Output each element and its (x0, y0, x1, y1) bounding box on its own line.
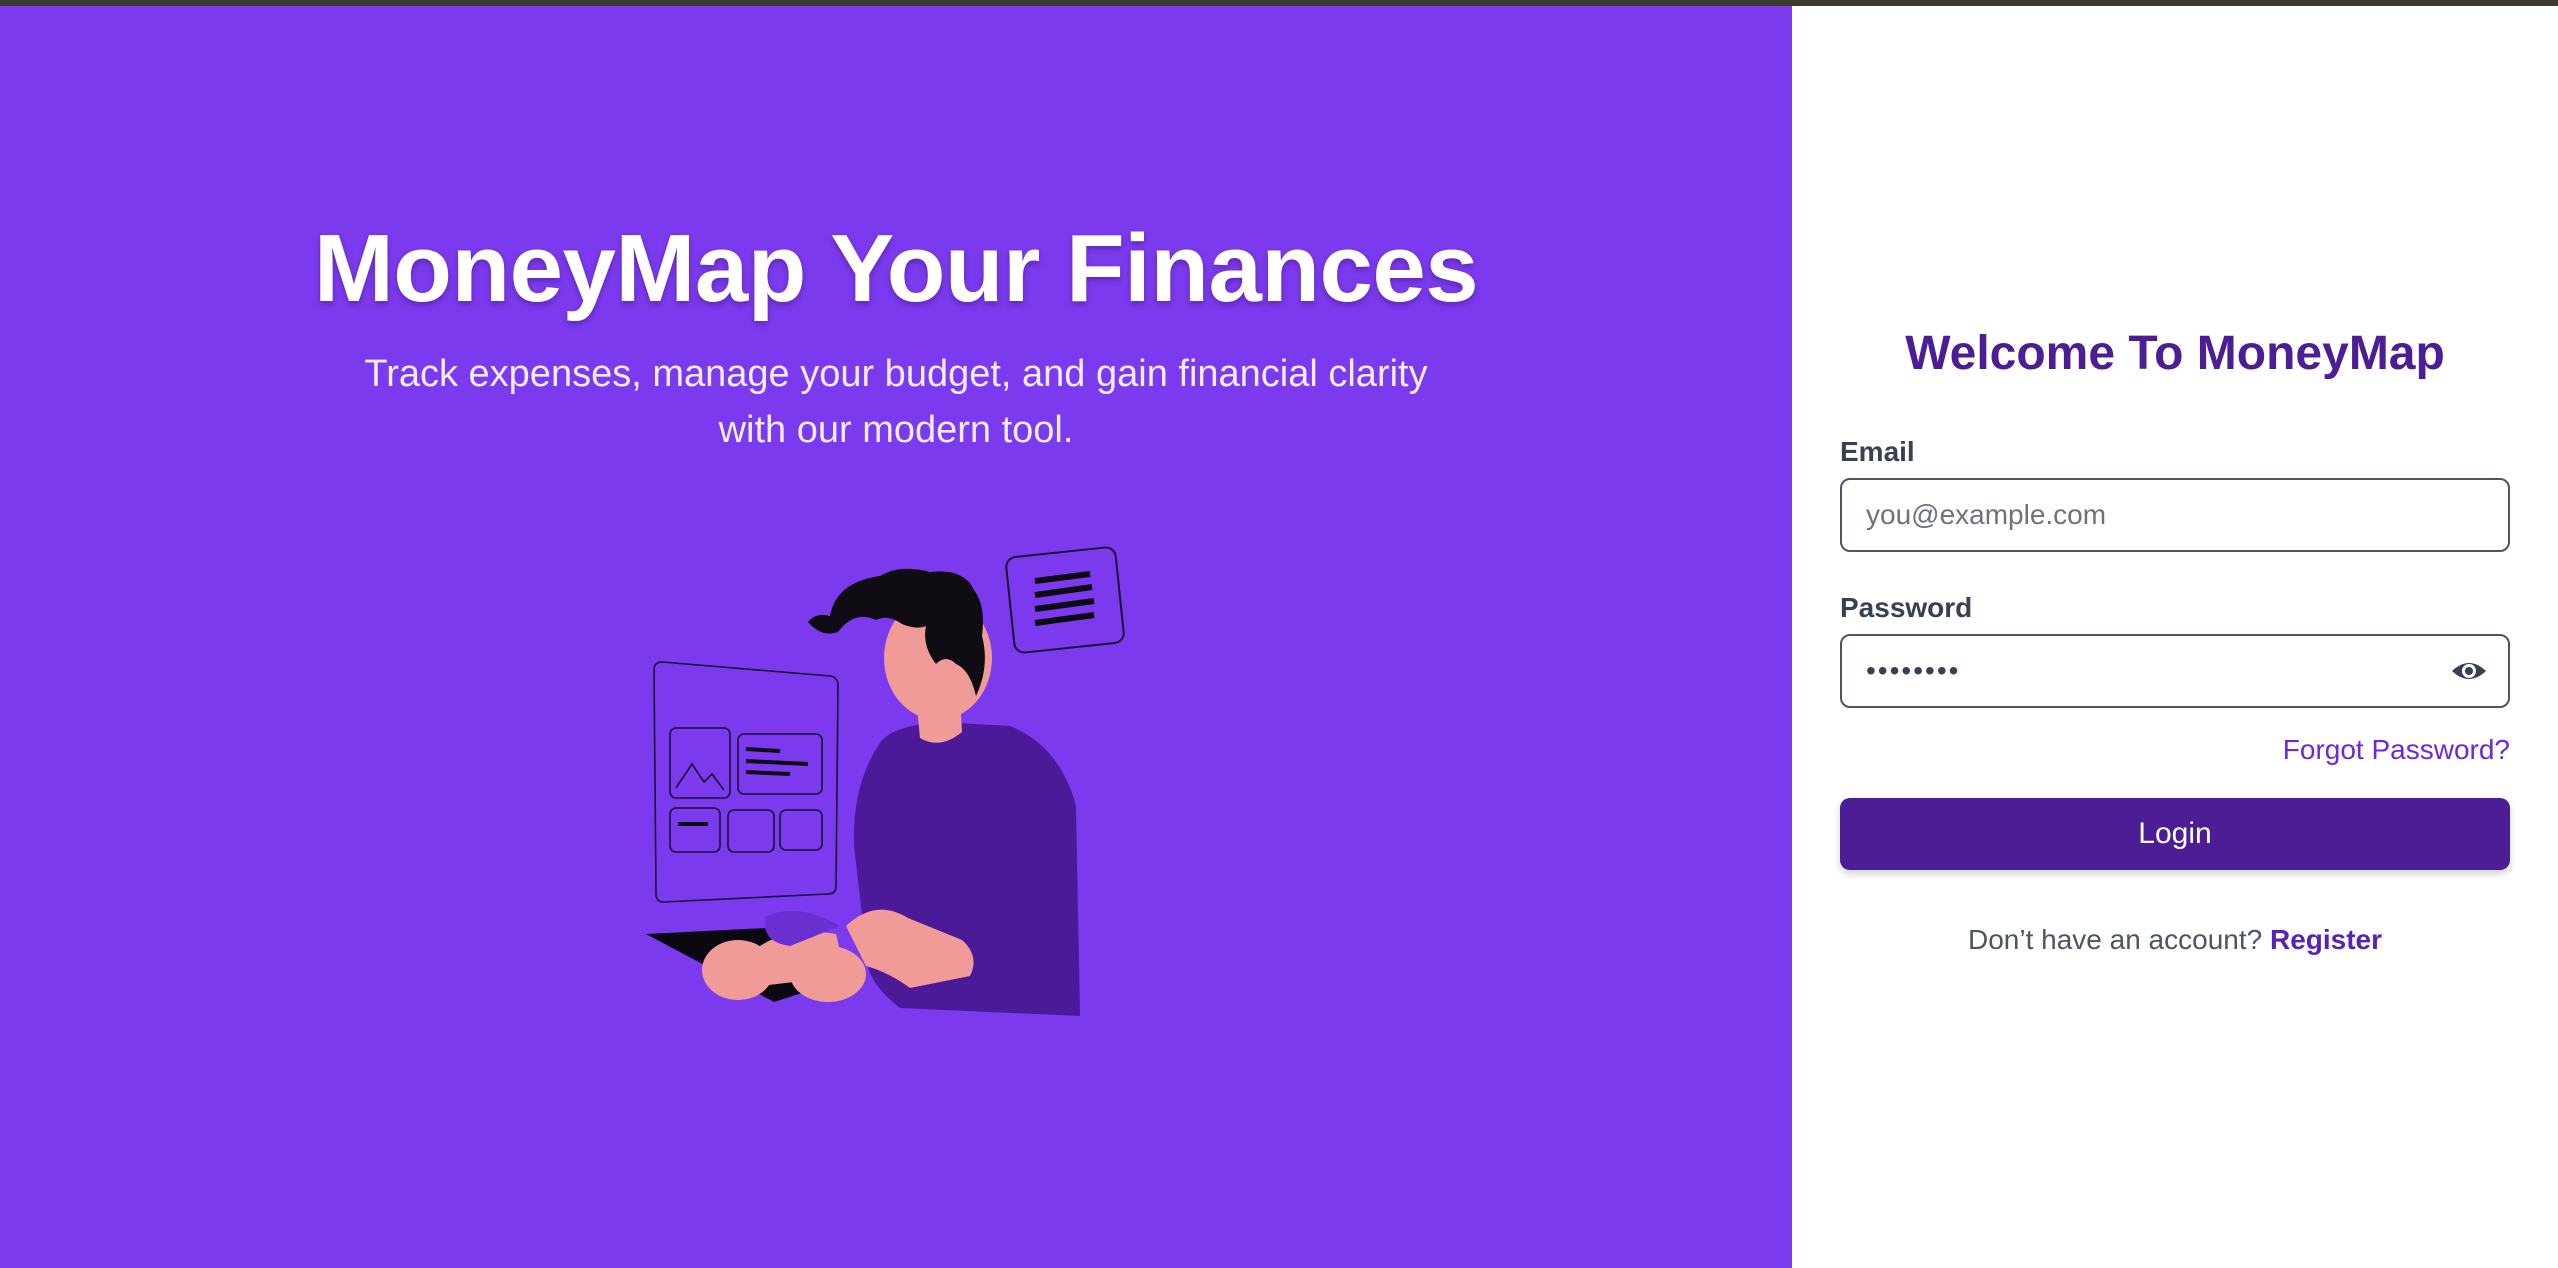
message-card-graphic (1005, 546, 1125, 654)
hero-title: MoneyMap Your Finances (313, 215, 1479, 322)
register-prompt-text: Don’t have an account? (1967, 924, 2270, 955)
eye-icon[interactable] (2450, 655, 2488, 687)
password-field[interactable] (1866, 636, 2466, 706)
email-field-box (1840, 478, 2510, 552)
password-label: Password (1840, 592, 1973, 623)
login-heading: Welcome To MoneyMap (1905, 327, 2445, 380)
person-at-laptop-illustration (646, 546, 1125, 1016)
email-field[interactable] (1866, 480, 2466, 550)
login-button[interactable]: Login (1840, 798, 2510, 870)
password-field-box (1840, 634, 2510, 708)
hero-subtitle: Track expenses, manage your budget, and … (364, 353, 1428, 451)
register-link[interactable]: Register (2270, 924, 2382, 955)
forgot-password-link[interactable]: Forgot Password? (2283, 732, 2510, 768)
login-panel: Welcome To MoneyMap Email Password Forgo… (1792, 6, 2558, 1268)
hero-panel: MoneyMap Your Finances Track expenses, m… (0, 6, 1792, 1268)
register-prompt-line: Don’t have an account? Register (1792, 922, 2558, 958)
email-label: Email (1840, 436, 1915, 467)
dashboard-screen-graphic (653, 661, 839, 903)
